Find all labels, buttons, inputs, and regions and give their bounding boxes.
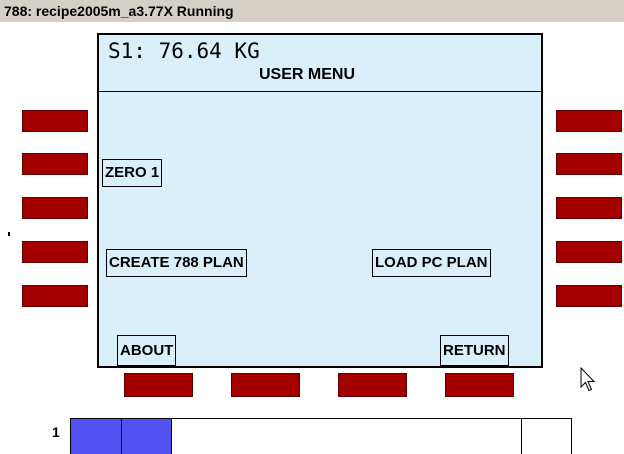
bottom-softkey-1[interactable] — [124, 373, 193, 397]
bottom-softkey-4[interactable] — [445, 373, 514, 397]
right-softkey-1[interactable] — [556, 110, 622, 132]
zero-scale-button[interactable]: ZERO 1 — [102, 159, 163, 187]
progress-bar — [70, 418, 572, 454]
right-softkey-4[interactable] — [556, 241, 622, 263]
left-softkey-4[interactable] — [22, 241, 88, 263]
create-plan-button[interactable]: CREATE 788 PLAN — [106, 249, 247, 277]
left-softkey-3[interactable] — [22, 197, 88, 219]
left-softkey-1[interactable] — [22, 110, 88, 132]
bottom-softkey-3[interactable] — [338, 373, 407, 397]
left-softkey-5[interactable] — [22, 285, 88, 307]
right-softkey-5[interactable] — [556, 285, 622, 307]
display-header: S1: 76.64 KG USER MENU — [99, 35, 541, 92]
window-title: 788: recipe2005m_a3.77X Running — [0, 0, 624, 22]
menu-title: USER MENU — [259, 66, 356, 83]
hmi-display: S1: 76.64 KG USER MENU ZERO 1 CREATE 788… — [97, 33, 543, 368]
progress-segment-divider-3 — [521, 419, 522, 454]
edge-mark — [8, 232, 10, 236]
bottom-softkey-2[interactable] — [231, 373, 300, 397]
left-softkey-2[interactable] — [22, 153, 88, 175]
progress-index: 1 — [52, 424, 60, 440]
progress-segment-divider-2 — [171, 419, 172, 454]
right-softkey-3[interactable] — [556, 197, 622, 219]
weight-readout: S1: 76.64 KG — [108, 39, 260, 63]
mouse-pointer-icon — [580, 367, 596, 392]
return-button[interactable]: RETURN — [440, 335, 509, 366]
progress-segment-divider-1 — [121, 419, 122, 454]
load-plan-button[interactable]: LOAD PC PLAN — [372, 249, 491, 277]
right-softkey-2[interactable] — [556, 153, 622, 175]
about-button[interactable]: ABOUT — [117, 335, 177, 366]
